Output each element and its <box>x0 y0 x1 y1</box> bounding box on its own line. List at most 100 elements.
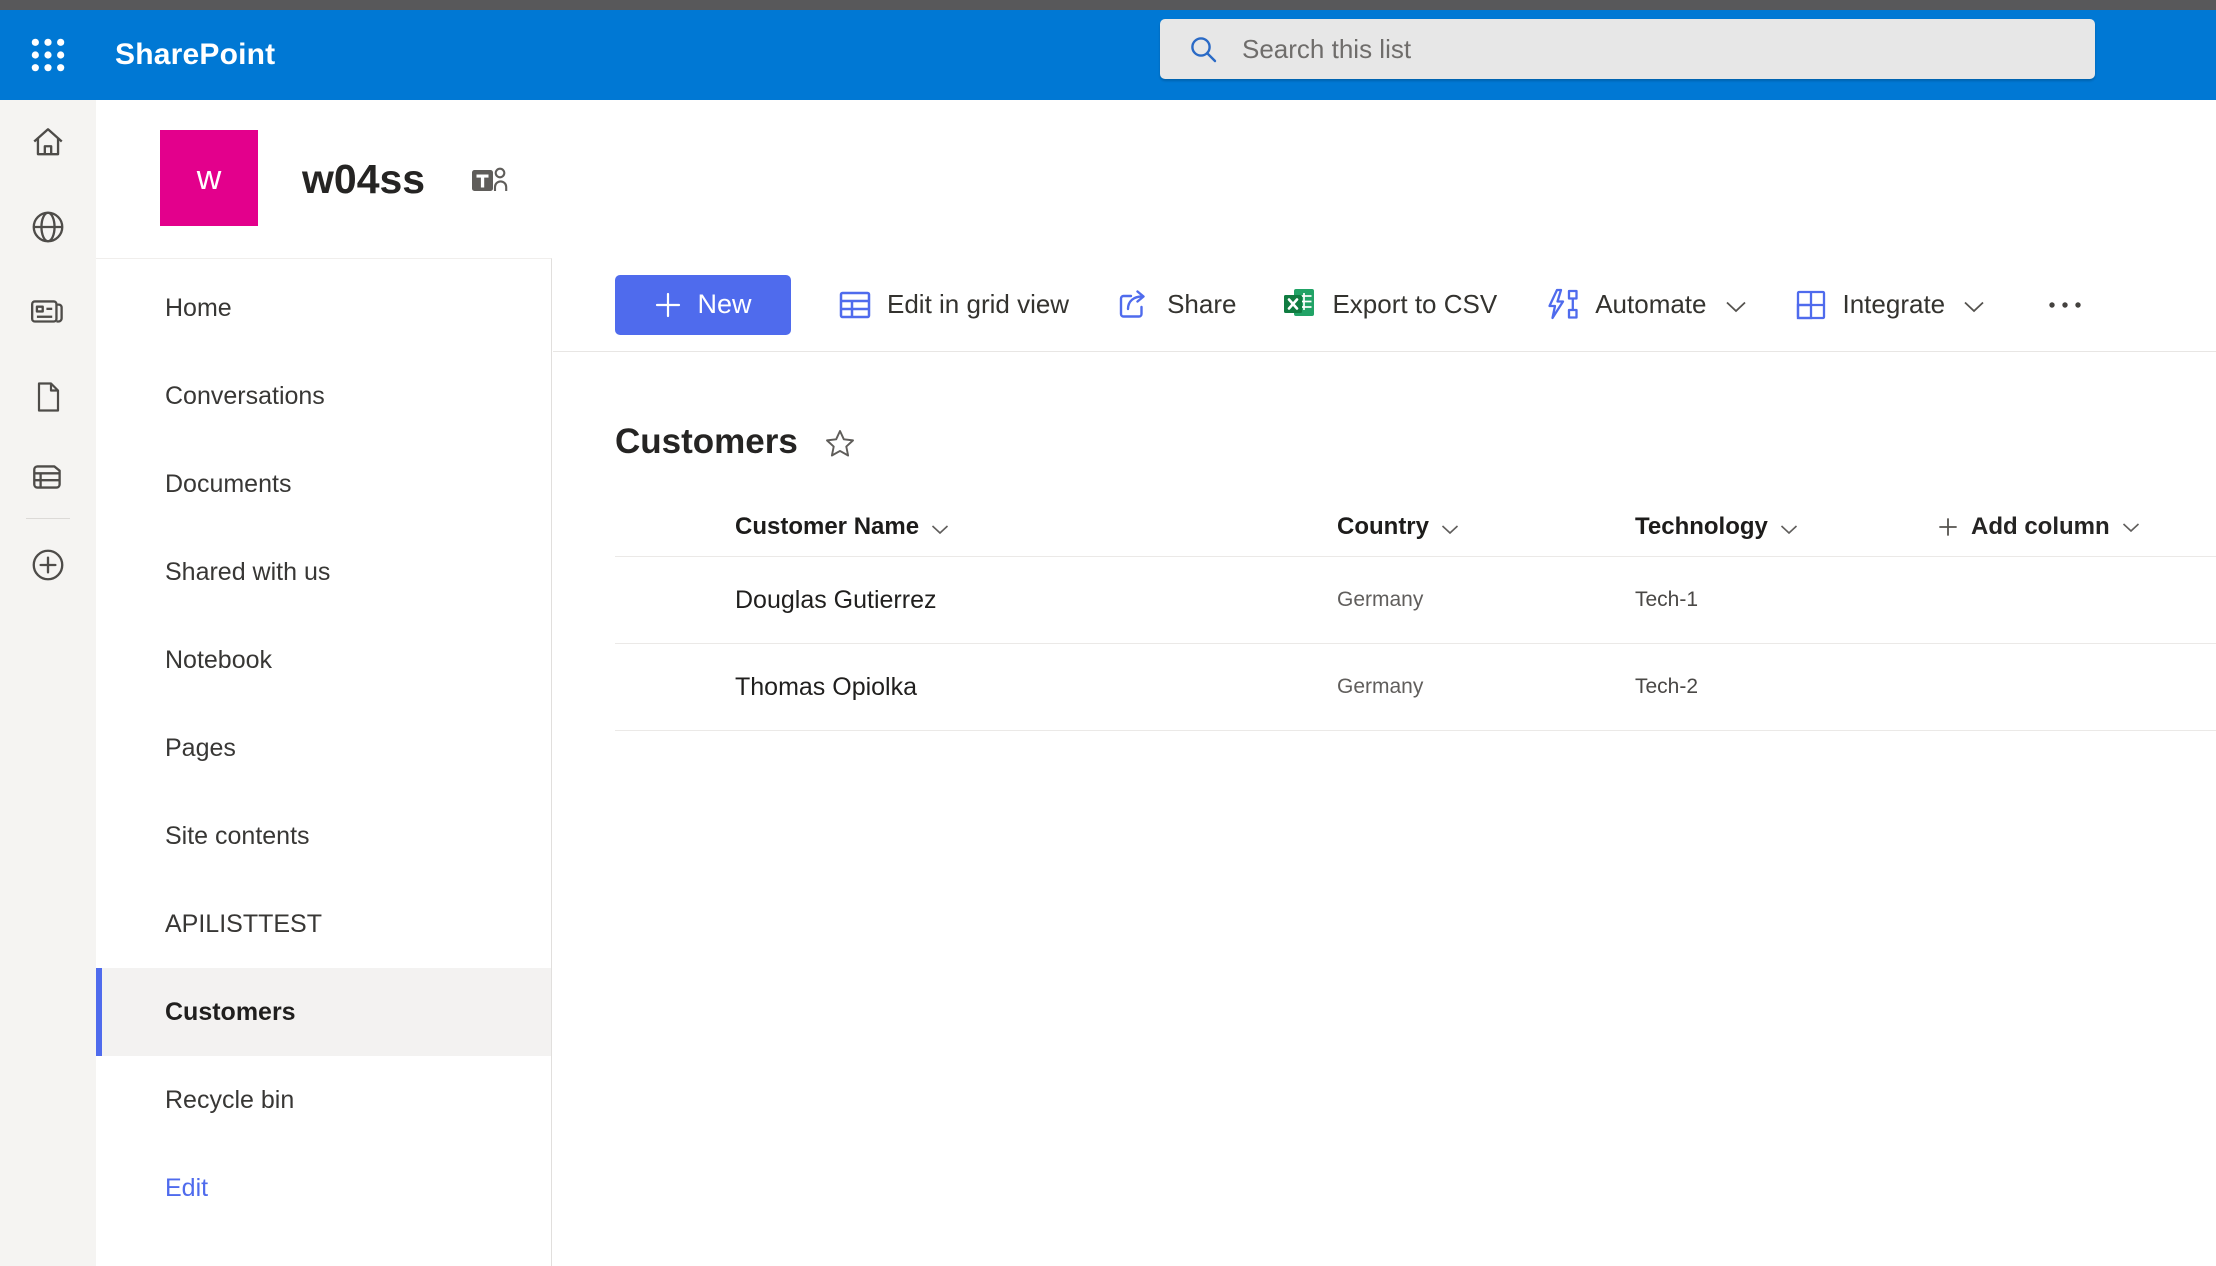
cell-customer-name[interactable]: Douglas Gutierrez <box>735 557 936 643</box>
column-label: Country <box>1337 513 1429 541</box>
sidebar-item-label: Documents <box>165 470 291 499</box>
sidebar-item-recycle-bin[interactable]: Recycle bin <box>96 1056 551 1144</box>
share-button[interactable]: Share <box>1115 287 1236 323</box>
cell-country: Germany <box>1337 557 1423 643</box>
rail-document-button[interactable] <box>0 361 96 433</box>
cell-customer-name[interactable]: Thomas Opiolka <box>735 644 917 730</box>
sidebar-item-customers[interactable]: Customers <box>96 968 551 1056</box>
add-column-label: Add column <box>1971 513 2110 541</box>
home-icon <box>30 124 66 160</box>
integrate-icon <box>1793 287 1829 323</box>
table-row[interactable]: Thomas Opiolka Germany Tech-2 <box>615 644 2216 731</box>
app-launcher-button[interactable] <box>14 23 82 87</box>
sidebar-item-label: Recycle bin <box>165 1086 294 1115</box>
column-header-customer-name[interactable]: Customer Name <box>735 498 949 556</box>
automate-button[interactable]: Automate <box>1543 287 1746 323</box>
chevron-down-icon <box>1963 300 1985 313</box>
site-logo-letter: w <box>197 159 222 198</box>
rail-create-button[interactable] <box>0 529 96 601</box>
search-box[interactable] <box>1160 19 2095 79</box>
export-to-csv-button[interactable]: Export to CSV <box>1282 287 1497 323</box>
ellipsis-icon <box>2047 300 2083 310</box>
table-header-row: Customer Name Country Technology <box>615 498 2216 557</box>
rail-lists-button[interactable] <box>0 441 96 513</box>
suite-bar: SharePoint <box>0 10 2216 100</box>
command-bar: New Edit in grid view Share <box>553 258 2216 352</box>
column-header-country[interactable]: Country <box>1337 498 1459 556</box>
sidebar-item-label: Customers <box>165 998 296 1027</box>
new-button[interactable]: New <box>615 275 791 335</box>
nav-edit-label: Edit <box>165 1174 208 1203</box>
action-label: Integrate <box>1843 289 1946 320</box>
sidebar-item-label: Conversations <box>165 382 325 411</box>
site-nav: Home Conversations Documents Shared with… <box>96 258 552 1266</box>
plus-circle-icon <box>29 546 67 584</box>
table-row[interactable]: Douglas Gutierrez Germany Tech-1 <box>615 557 2216 644</box>
sidebar-item-label: APILISTTEST <box>165 910 322 939</box>
favorite-star-button[interactable] <box>824 428 856 460</box>
document-icon <box>31 380 65 414</box>
list-area: Customers Customer Name Country <box>553 422 2216 731</box>
plus-icon <box>654 291 682 319</box>
window-top-strip <box>0 0 2216 10</box>
chevron-down-icon <box>2122 522 2140 533</box>
star-icon <box>824 428 856 460</box>
page-title: Customers <box>615 422 798 462</box>
chevron-down-icon <box>1780 524 1798 535</box>
search-input[interactable] <box>1240 18 2095 80</box>
integrate-button[interactable]: Integrate <box>1793 287 1986 323</box>
excel-icon <box>1282 287 1318 323</box>
main-content: New Edit in grid view Share <box>553 258 2216 1266</box>
column-label: Customer Name <box>735 513 919 541</box>
sidebar-item-home[interactable]: Home <box>96 264 551 352</box>
site-title[interactable]: w04ss <box>302 100 425 258</box>
sidebar-item-label: Site contents <box>165 822 310 851</box>
rail-globe-button[interactable] <box>0 191 96 263</box>
new-button-label: New <box>697 289 751 320</box>
cell-country: Germany <box>1337 644 1423 730</box>
rail-news-button[interactable] <box>0 276 96 348</box>
sidebar-item-label: Home <box>165 294 232 323</box>
action-label: Share <box>1167 289 1236 320</box>
lists-icon <box>29 458 67 496</box>
action-label: Automate <box>1595 289 1706 320</box>
left-rail <box>0 100 96 1266</box>
action-label: Export to CSV <box>1332 289 1497 320</box>
site-logo[interactable]: w <box>160 130 258 226</box>
column-header-technology[interactable]: Technology <box>1635 498 1798 556</box>
sidebar-item-label: Pages <box>165 734 236 763</box>
cell-technology: Tech-2 <box>1635 644 1698 730</box>
more-options-button[interactable] <box>2037 290 2093 320</box>
search-icon <box>1188 34 1218 64</box>
site-header: w w04ss <box>96 100 2216 258</box>
sidebar-item-shared-with-us[interactable]: Shared with us <box>96 528 551 616</box>
column-label: Technology <box>1635 513 1768 541</box>
globe-icon <box>29 208 67 246</box>
sidebar-item-conversations[interactable]: Conversations <box>96 352 551 440</box>
share-icon <box>1115 287 1153 323</box>
news-icon <box>29 293 67 331</box>
plus-icon <box>1937 516 1959 538</box>
cell-technology: Tech-1 <box>1635 557 1698 643</box>
sidebar-item-label: Notebook <box>165 646 272 675</box>
sidebar-item-notebook[interactable]: Notebook <box>96 616 551 704</box>
automate-icon <box>1543 287 1581 323</box>
chevron-down-icon <box>931 524 949 535</box>
app-brand: SharePoint <box>115 10 275 100</box>
nav-edit-link[interactable]: Edit <box>96 1144 551 1232</box>
teams-icon <box>470 161 510 199</box>
list-table: Customer Name Country Technology <box>615 498 2216 731</box>
chevron-down-icon <box>1725 300 1747 313</box>
sidebar-item-apilisttest[interactable]: APILISTTEST <box>96 880 551 968</box>
sidebar-item-documents[interactable]: Documents <box>96 440 551 528</box>
rail-home-button[interactable] <box>0 106 96 178</box>
sidebar-item-pages[interactable]: Pages <box>96 704 551 792</box>
sidebar-item-site-contents[interactable]: Site contents <box>96 792 551 880</box>
edit-in-grid-view-button[interactable]: Edit in grid view <box>837 287 1069 323</box>
grid-view-icon <box>837 287 873 323</box>
waffle-icon <box>29 36 67 74</box>
sidebar-item-label: Shared with us <box>165 558 330 587</box>
action-label: Edit in grid view <box>887 289 1069 320</box>
add-column-button[interactable]: Add column <box>1937 498 2140 556</box>
rail-divider <box>26 518 70 519</box>
